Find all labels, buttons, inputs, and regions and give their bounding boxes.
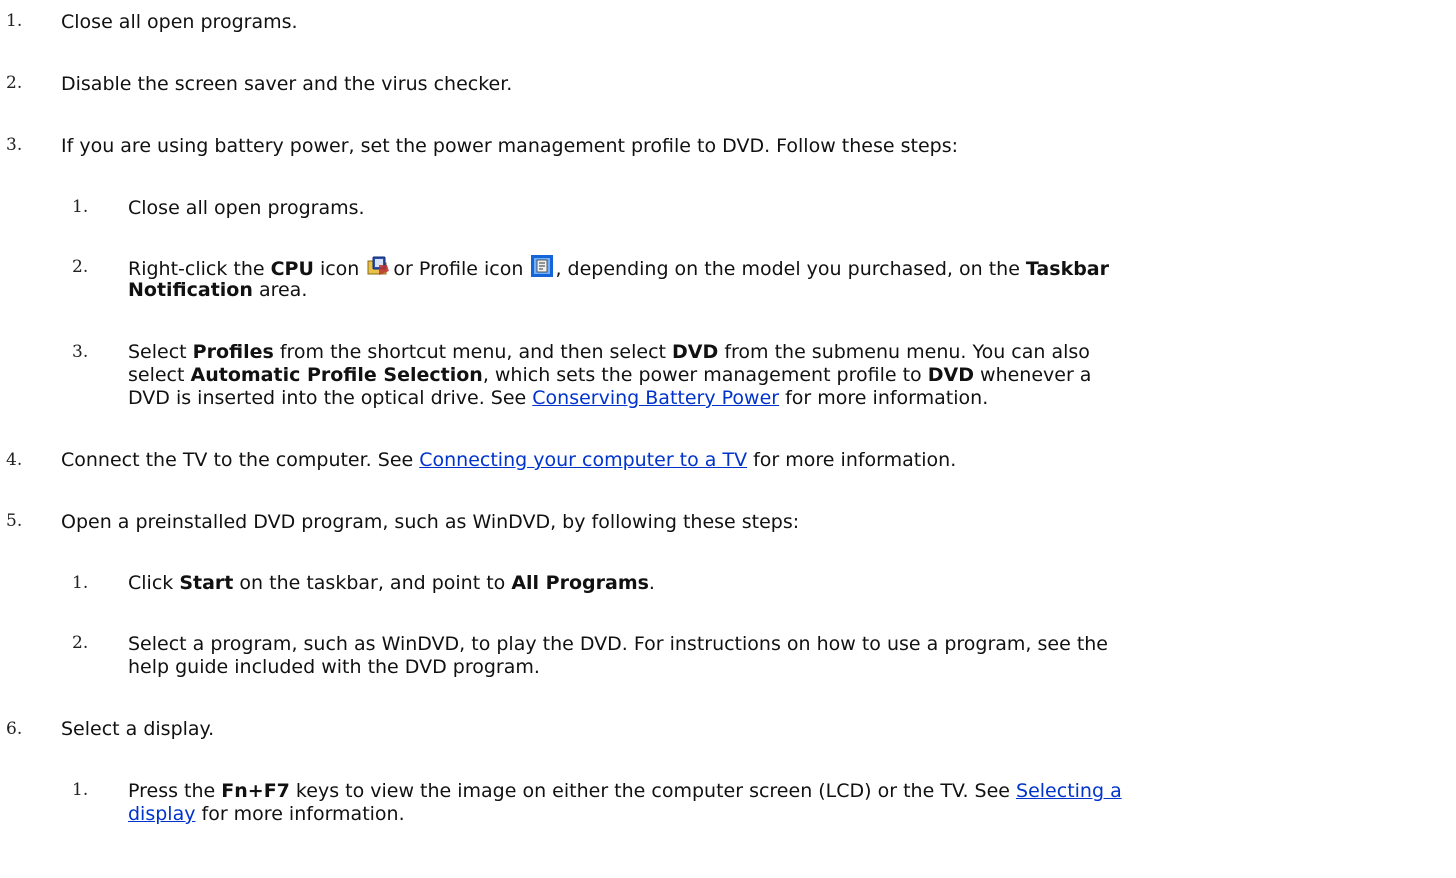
step-number: 1. — [6, 11, 23, 31]
substep-text: Select a program, such as WinDVD, to pla… — [128, 633, 1108, 655]
conserving-battery-power-link[interactable]: Conserving Battery Power — [532, 387, 779, 409]
substep-text-cont: select Automatic Profile Selection, whic… — [128, 364, 1092, 386]
profile-icon — [531, 255, 554, 283]
substep-number: 1. — [72, 197, 89, 217]
substep-text-cont: help guide included with the DVD program… — [128, 656, 540, 678]
substep-text: Click Start on the taskbar, and point to… — [128, 572, 655, 594]
step-text: Open a preinstalled DVD program, such as… — [61, 511, 800, 533]
step-number: 5. — [6, 511, 23, 531]
step-text: Connect the TV to the computer. See Conn… — [61, 449, 957, 471]
step-number: 4. — [6, 450, 23, 470]
step-number: 6. — [6, 719, 23, 739]
step-text: Disable the screen saver and the virus c… — [61, 73, 513, 95]
substep-text-cont: Notification area. — [128, 279, 308, 301]
substep-number: 1. — [72, 573, 89, 593]
substep-text: Close all open programs. — [128, 197, 365, 219]
step-text: If you are using battery power, set the … — [61, 135, 958, 157]
substep-number: 3. — [72, 342, 89, 362]
substep-text-cont: DVD is inserted into the optical drive. … — [128, 387, 989, 409]
substep-number: 2. — [72, 633, 89, 653]
substep-text-cont: display for more information. — [128, 803, 405, 825]
cpu-icon — [367, 255, 391, 283]
selecting-a-display-link[interactable]: Selecting a — [1016, 780, 1122, 802]
substep-number: 2. — [72, 257, 89, 277]
step-number: 3. — [6, 135, 23, 155]
substep-text: Press the Fn+F7 keys to view the image o… — [128, 780, 1122, 802]
substep-text: Select Profiles from the shortcut menu, … — [128, 341, 1090, 363]
step-text: Select a display. — [61, 718, 215, 740]
selecting-a-display-link-cont[interactable]: display — [128, 803, 195, 825]
substep-number: 1. — [72, 780, 89, 800]
step-number: 2. — [6, 73, 23, 93]
step-text: Close all open programs. — [61, 11, 298, 33]
connecting-computer-to-tv-link[interactable]: Connecting your computer to a TV — [419, 449, 747, 471]
